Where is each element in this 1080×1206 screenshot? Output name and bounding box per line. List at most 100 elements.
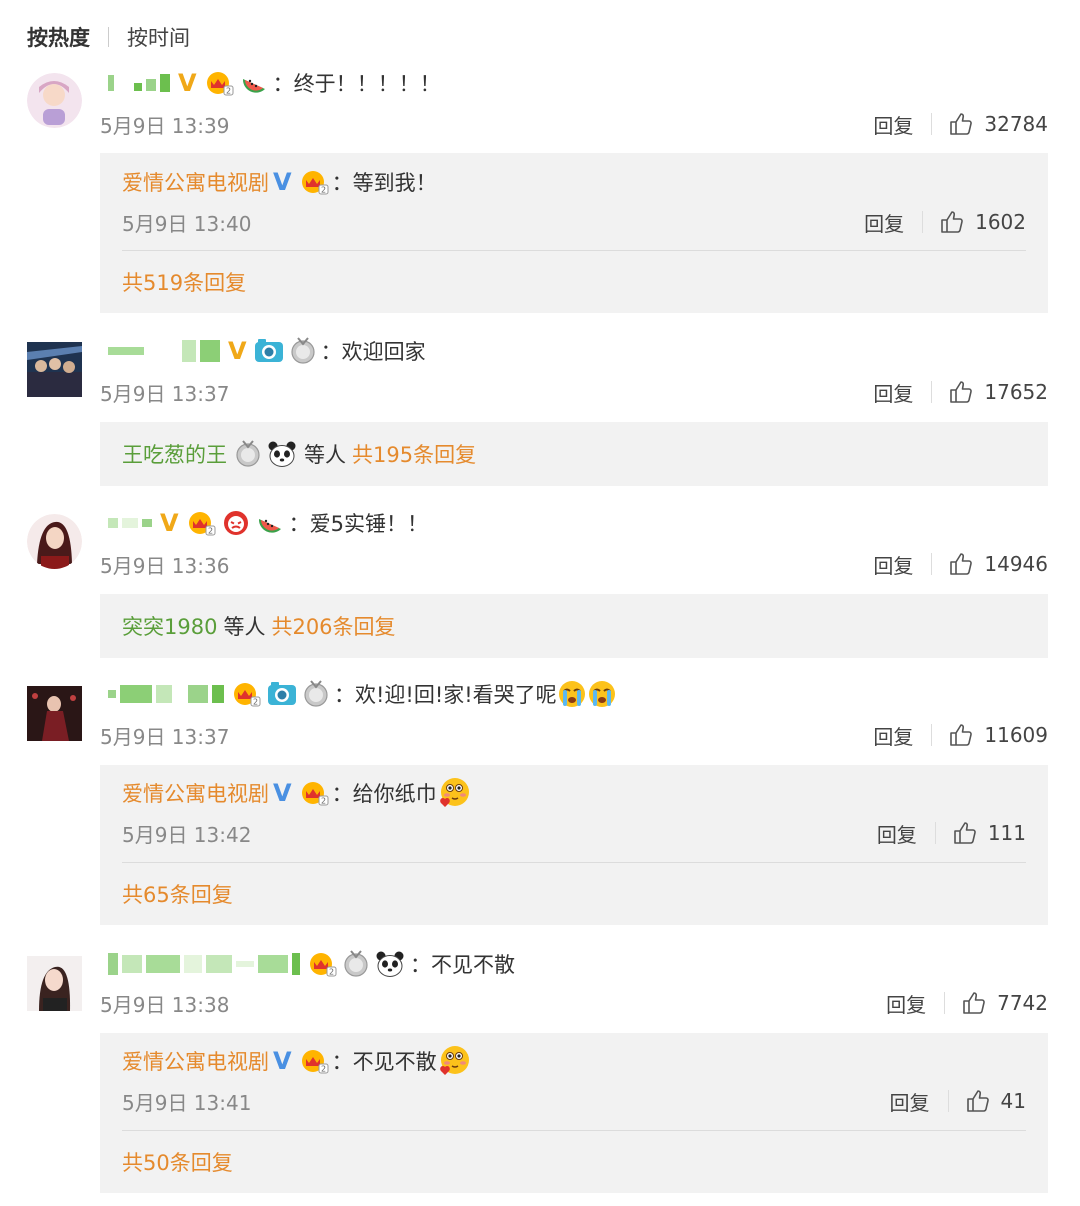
divider	[122, 1130, 1026, 1131]
divider	[931, 113, 933, 135]
reply-button[interactable]: 回复	[864, 208, 904, 237]
like-count: 32784	[984, 112, 1048, 136]
reply-count-link[interactable]: 共519条回复	[122, 267, 246, 297]
sub-reply-author[interactable]: 爱情公寓电视剧	[122, 1046, 269, 1076]
medal-icon	[343, 950, 369, 978]
divider	[122, 250, 1026, 251]
like-icon[interactable]	[961, 990, 987, 1016]
medal-icon	[290, 337, 316, 365]
sub-reply-box: 爱情公寓电视剧 V ：不见不散 5月9日 13:41 回复 41 共50条回复	[100, 1033, 1048, 1193]
sub-reply-text: ：不见不散	[331, 1050, 437, 1074]
avatar[interactable]	[27, 956, 82, 1011]
medal-icon	[235, 440, 261, 468]
blue-v-badge-icon: V	[273, 168, 292, 196]
crown-level-icon	[307, 950, 337, 978]
sub-reply-summary[interactable]: 突突1980 等人 共206条回复	[122, 611, 396, 641]
comment-meta: 5月9日 13:37 回复 11609	[100, 720, 1048, 750]
like-icon[interactable]	[952, 820, 978, 846]
reply-button[interactable]: 回复	[877, 819, 917, 848]
pixelated-username[interactable]	[108, 953, 304, 975]
comment-meta: 5月9日 13:39 回复 32784	[100, 109, 1048, 139]
pixelated-username[interactable]	[108, 340, 224, 362]
sub-reply-box: 突突1980 等人 共206条回复	[100, 594, 1048, 658]
pixelated-username[interactable]	[108, 685, 228, 703]
comment-meta: 5月9日 13:37 回复 17652	[100, 377, 1048, 407]
sub-reply-author[interactable]: 突突1980	[122, 611, 217, 641]
comment-meta: 5月9日 13:38 回复 7742	[100, 988, 1048, 1018]
crown-level-icon	[204, 69, 234, 97]
comment-text: ：终于！！！！！	[272, 72, 441, 96]
blue-v-badge-icon: V	[273, 779, 292, 807]
sub-reply-header: 爱情公寓电视剧 V ：给你纸巾	[122, 777, 471, 809]
reply-count-link[interactable]: 共195条回复	[352, 439, 476, 469]
pixelated-username[interactable]	[108, 518, 156, 528]
like-icon[interactable]	[948, 379, 974, 405]
divider	[931, 381, 933, 403]
like-count: 7742	[997, 991, 1048, 1015]
blush-face-icon	[437, 1044, 471, 1078]
sub-reply-meta: 5月9日 13:41 回复 41	[122, 1086, 1026, 1116]
devil-icon	[222, 509, 250, 537]
like-count: 41	[1000, 1089, 1026, 1113]
comment-text: ：不见不散	[410, 953, 515, 977]
timestamp: 5月9日 13:40	[122, 211, 252, 236]
like-count: 11609	[984, 723, 1048, 747]
comment-item: ：不见不散 5月9日 13:38 回复 7742 爱情公寓电视剧 V ：不见不散…	[0, 932, 1080, 1206]
reply-count-link[interactable]: 共50条回复	[122, 1147, 233, 1177]
watermelon-icon	[240, 69, 268, 97]
divider	[922, 211, 924, 233]
camera-icon	[267, 681, 297, 707]
sub-reply-summary[interactable]: 王吃葱的王 等人 共195条回复	[122, 439, 476, 469]
reply-count-link[interactable]: 共65条回复	[122, 879, 233, 909]
medal-icon	[303, 680, 329, 708]
avatar[interactable]	[27, 514, 82, 569]
comment-item: V ：爱5实锤！！ 5月9日 13:36 回复 14946 突突1980 等人 …	[0, 490, 1080, 660]
crying-face-icon	[557, 679, 587, 709]
panda-icon	[267, 440, 297, 468]
timestamp: 5月9日 13:41	[122, 1090, 252, 1115]
sub-reply-box: 爱情公寓电视剧 V ：等到我！ 5月9日 13:40 回复 1602 共519条…	[100, 153, 1048, 313]
like-count: 111	[987, 821, 1026, 845]
reply-button[interactable]: 回复	[890, 1087, 930, 1116]
timestamp: 5月9日 13:39	[100, 113, 230, 138]
like-icon[interactable]	[948, 551, 974, 577]
like-icon[interactable]	[939, 209, 965, 235]
comment-header: ：欢!迎!回!家!看哭了呢	[108, 679, 617, 709]
crown-level-icon	[299, 1047, 329, 1075]
crown-level-icon	[299, 779, 329, 807]
sub-reply-author[interactable]: 爱情公寓电视剧	[122, 778, 269, 808]
reply-button[interactable]: 回复	[886, 989, 926, 1018]
reply-button[interactable]: 回复	[873, 110, 913, 139]
timestamp: 5月9日 13:37	[100, 381, 230, 406]
avatar[interactable]	[27, 73, 82, 128]
crown-level-icon	[299, 168, 329, 196]
comment-item: V ：欢迎回家 5月9日 13:37 回复 17652 王吃葱的王 等人 共19…	[0, 320, 1080, 490]
crying-face-icon	[587, 679, 617, 709]
divider	[947, 1090, 949, 1112]
sub-reply-box: 王吃葱的王 等人 共195条回复	[100, 422, 1048, 486]
comment-header: V ：爱5实锤！！	[108, 508, 428, 538]
reply-count-link[interactable]: 共206条回复	[271, 611, 395, 641]
sub-reply-meta: 5月9日 13:40 回复 1602	[122, 207, 1026, 237]
reply-button[interactable]: 回复	[873, 550, 913, 579]
blue-v-badge-icon: V	[273, 1047, 292, 1075]
crown-level-icon	[186, 509, 216, 537]
pixelated-username[interactable]	[108, 74, 174, 92]
v-badge-icon: V	[178, 69, 197, 97]
watermelon-icon	[256, 509, 284, 537]
like-icon[interactable]	[948, 111, 974, 137]
like-icon[interactable]	[965, 1088, 991, 1114]
sub-reply-header: 爱情公寓电视剧 V ：等到我！	[122, 166, 437, 198]
avatar[interactable]	[27, 342, 82, 397]
reply-button[interactable]: 回复	[873, 721, 913, 750]
comment-item: V ：终于！！！！！ 5月9日 13:39 回复 32784 爱情公寓电视剧 V…	[0, 0, 1080, 320]
blush-face-icon	[437, 776, 471, 810]
sub-reply-author[interactable]: 爱情公寓电视剧	[122, 167, 269, 197]
reply-button[interactable]: 回复	[873, 378, 913, 407]
comment-header: ：不见不散	[108, 949, 515, 979]
divider	[931, 724, 933, 746]
sub-reply-author[interactable]: 王吃葱的王	[122, 439, 227, 469]
comment-header: V ：欢迎回家	[108, 336, 426, 366]
like-icon[interactable]	[948, 722, 974, 748]
avatar[interactable]	[27, 686, 82, 741]
